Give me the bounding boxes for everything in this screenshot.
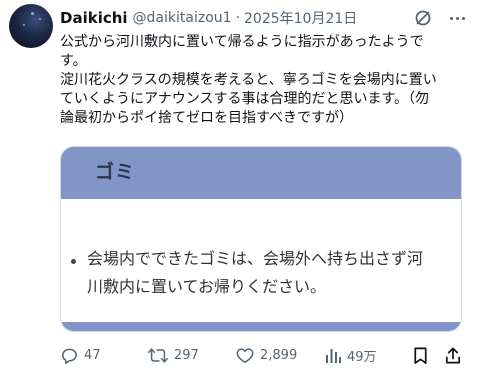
like-count: 2,899 bbox=[260, 347, 298, 363]
image-title: ゴミ bbox=[95, 161, 136, 183]
more-icon[interactable] bbox=[446, 8, 468, 28]
tweet-text: 公式から河川敷内に置いて帰るように指示があったようで す。 淀川花火クラスの規模… bbox=[60, 33, 472, 128]
reply-button[interactable]: 47 bbox=[60, 343, 101, 367]
image-text-line: 川敷内に置いてお帰りください。 bbox=[87, 277, 327, 296]
action-bar: 47 297 2,899 49万 bbox=[60, 343, 472, 367]
tweet-line: す。 bbox=[60, 53, 87, 69]
tweet-line: 公式から河川敷内に置いて帰るように指示があったようで bbox=[60, 34, 424, 50]
bookmark-icon bbox=[414, 347, 427, 364]
bullet-dot bbox=[71, 259, 76, 264]
separator-dot: · bbox=[235, 10, 241, 26]
views-icon bbox=[326, 348, 341, 363]
retweet-button[interactable]: 297 bbox=[147, 343, 199, 367]
view-count: 49万 bbox=[347, 349, 377, 365]
share-button[interactable] bbox=[444, 343, 462, 367]
retweet-count: 297 bbox=[174, 347, 199, 363]
share-icon bbox=[445, 347, 461, 363]
retweet-icon bbox=[148, 347, 168, 363]
like-icon bbox=[236, 347, 254, 363]
tweet-line: 論最初からポイ捨てゼロを目指すべきですが） bbox=[60, 110, 354, 126]
grok-icon[interactable] bbox=[414, 9, 432, 27]
bookmark-button[interactable] bbox=[412, 343, 429, 367]
post-date[interactable]: 2025年10月21日 bbox=[244, 8, 357, 28]
display-name[interactable]: Daikichi bbox=[60, 9, 128, 27]
tweet-header: Daikichi @daikitaizou1 · 2025年10月21日 bbox=[60, 7, 470, 29]
tweet-line: ていくようにアナウンスする事は合理的だと思います。（勿 bbox=[60, 91, 430, 107]
user-handle[interactable]: @daikitaizou1 bbox=[133, 10, 232, 26]
image-bullet-text: 会場内でできたゴミは、会場外へ持ち出さず河 川敷内に置いてお帰りください。 bbox=[87, 245, 457, 301]
attached-image[interactable]: ゴミ 会場内でできたゴミは、会場外へ持ち出さず河 川敷内に置いてお帰りください。 bbox=[60, 146, 462, 332]
image-text-line: 会場内でできたゴミは、会場外へ持ち出さず河 bbox=[87, 249, 424, 268]
avatar[interactable] bbox=[9, 4, 53, 48]
tweet-line: 淀川花火クラスの規模を考えると、寧ろゴミを会場内に置い bbox=[60, 72, 437, 88]
like-button[interactable]: 2,899 bbox=[235, 343, 297, 367]
image-footer-band bbox=[61, 322, 461, 331]
reply-icon bbox=[62, 348, 77, 364]
reply-count: 47 bbox=[84, 347, 101, 363]
views-button[interactable]: 49万 bbox=[324, 343, 377, 367]
